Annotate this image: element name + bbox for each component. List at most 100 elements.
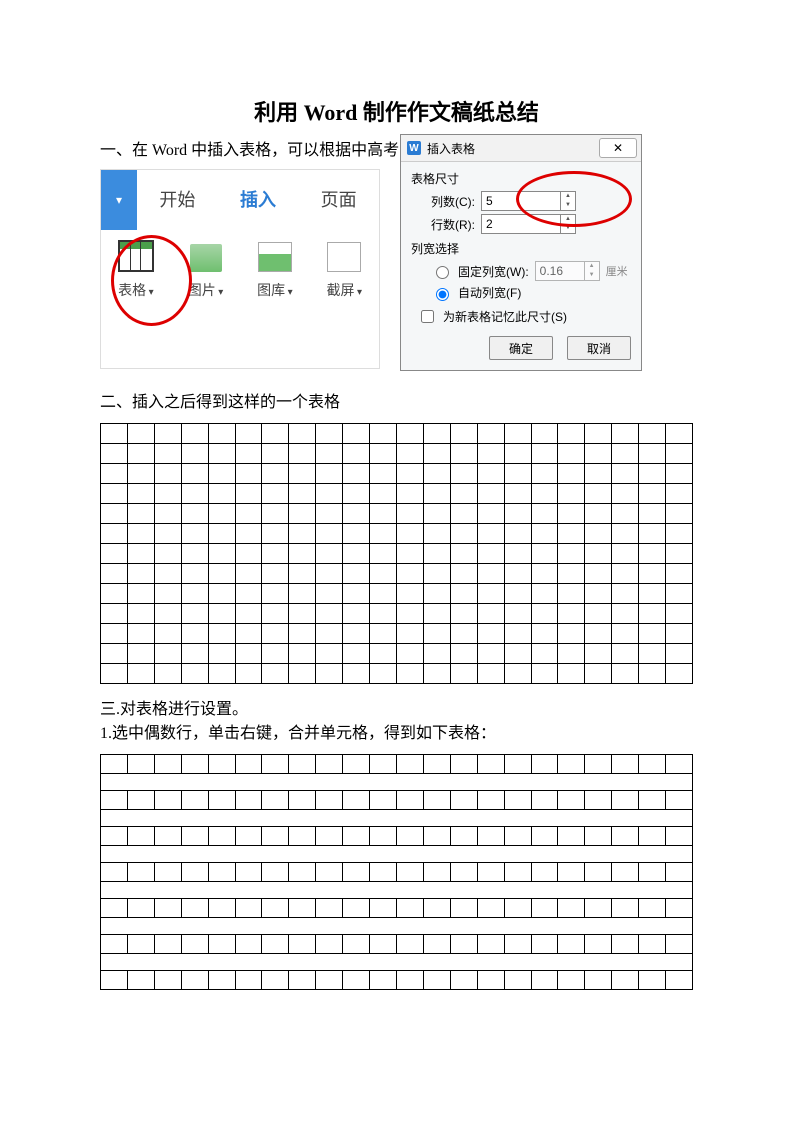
grid-cell <box>208 624 235 644</box>
grid-cell <box>235 935 262 954</box>
grid-cell <box>639 935 666 954</box>
grid-cell <box>154 524 181 544</box>
grid-cell <box>612 564 639 584</box>
fixed-width-spinner[interactable]: ▲▼ <box>535 261 600 281</box>
grid-cell <box>423 444 450 464</box>
grid-cell <box>477 971 504 990</box>
grid-cell <box>208 644 235 664</box>
merged-gap-row <box>101 918 693 935</box>
grid-cell <box>154 604 181 624</box>
grid-cell <box>235 624 262 644</box>
grid-cell <box>127 484 154 504</box>
grid-cell <box>558 935 585 954</box>
gallery-icon <box>258 242 292 272</box>
page-title: 利用 Word 制作作文稿纸总结 <box>100 95 693 127</box>
rows-input[interactable] <box>482 215 560 233</box>
table-button[interactable]: 表格 ▾ <box>118 240 154 300</box>
grid-cell <box>396 604 423 624</box>
grid-cell <box>666 504 693 524</box>
fixed-width-radio[interactable] <box>436 266 449 279</box>
grid-cell <box>612 791 639 810</box>
grid-cell <box>208 484 235 504</box>
grid-cell <box>531 791 558 810</box>
grid-cell <box>154 464 181 484</box>
screenshot-button[interactable]: 截屏 ▾ <box>327 242 363 300</box>
grid-cell <box>289 544 316 564</box>
grid-cell <box>262 504 289 524</box>
tab-start[interactable]: 开始 <box>137 170 218 230</box>
grid-cell <box>262 424 289 444</box>
grid-cell <box>316 827 343 846</box>
rows-spinner[interactable]: ▲▼ <box>481 214 576 234</box>
grid-cell <box>262 624 289 644</box>
grid-cell <box>558 484 585 504</box>
grid-cell <box>423 935 450 954</box>
grid-cell <box>639 644 666 664</box>
fixed-width-input[interactable] <box>536 262 584 280</box>
grid-cell <box>101 564 128 584</box>
grid-cell <box>531 827 558 846</box>
grid-cell <box>396 584 423 604</box>
screenshot-button-label: 截屏 ▾ <box>327 280 363 300</box>
grid-cell <box>154 624 181 644</box>
spinner-arrows-icon[interactable]: ▲▼ <box>584 262 599 280</box>
grid-cell <box>423 424 450 444</box>
picture-button[interactable]: 图片 ▾ <box>188 244 224 300</box>
grid-cell <box>423 827 450 846</box>
grid-cell <box>396 644 423 664</box>
merged-gap-row <box>101 774 693 791</box>
cancel-button[interactable]: 取消 <box>567 336 631 360</box>
auto-width-radio[interactable] <box>436 288 449 301</box>
grid-cell <box>639 971 666 990</box>
grid-cell <box>289 935 316 954</box>
grid-cell <box>316 624 343 644</box>
grid-cell <box>127 644 154 664</box>
grid-cell <box>504 544 531 564</box>
grid-cell <box>101 504 128 524</box>
grid-cell <box>666 584 693 604</box>
grid-cell <box>127 584 154 604</box>
grid-cell <box>127 827 154 846</box>
grid-cell <box>316 863 343 882</box>
grid-cell <box>612 624 639 644</box>
tab-page-layout[interactable]: 页面 <box>298 170 379 230</box>
spinner-arrows-icon[interactable]: ▲▼ <box>560 192 575 210</box>
grid-cell <box>316 791 343 810</box>
table-icon <box>118 240 154 272</box>
grid-cell <box>154 504 181 524</box>
grid-cell <box>585 624 612 644</box>
grid-cell <box>504 504 531 524</box>
grid-cell <box>450 564 477 584</box>
columns-spinner[interactable]: ▲▼ <box>481 191 576 211</box>
grid-cell <box>208 664 235 684</box>
ribbon-menu-dropdown[interactable]: ▾ <box>101 170 137 230</box>
grid-cell <box>127 971 154 990</box>
grid-cell <box>289 504 316 524</box>
grid-cell <box>450 444 477 464</box>
close-button[interactable]: ✕ <box>599 138 637 158</box>
grid-cell <box>235 564 262 584</box>
grid-cell <box>289 424 316 444</box>
section-3a-text: 三.对表格进行设置。 <box>100 698 693 722</box>
ok-button[interactable]: 确定 <box>489 336 553 360</box>
grid-cell <box>639 424 666 444</box>
tab-insert[interactable]: 插入 <box>218 170 299 230</box>
grid-cell <box>423 644 450 664</box>
grid-cell <box>343 899 370 918</box>
gallery-button[interactable]: 图库 ▾ <box>257 242 293 300</box>
grid-cell <box>531 935 558 954</box>
grid-cell <box>154 664 181 684</box>
remember-size-checkbox[interactable] <box>421 310 434 323</box>
columns-input[interactable] <box>482 192 560 210</box>
grid-cell <box>101 644 128 664</box>
grid-cell <box>235 827 262 846</box>
grid-cell <box>370 827 397 846</box>
spinner-arrows-icon[interactable]: ▲▼ <box>560 215 575 233</box>
grid-cell <box>585 564 612 584</box>
grid-cell <box>612 935 639 954</box>
grid-cell <box>370 755 397 774</box>
grid-cell <box>181 899 208 918</box>
grid-cell <box>235 464 262 484</box>
grid-cell <box>477 564 504 584</box>
grid-cell <box>504 899 531 918</box>
